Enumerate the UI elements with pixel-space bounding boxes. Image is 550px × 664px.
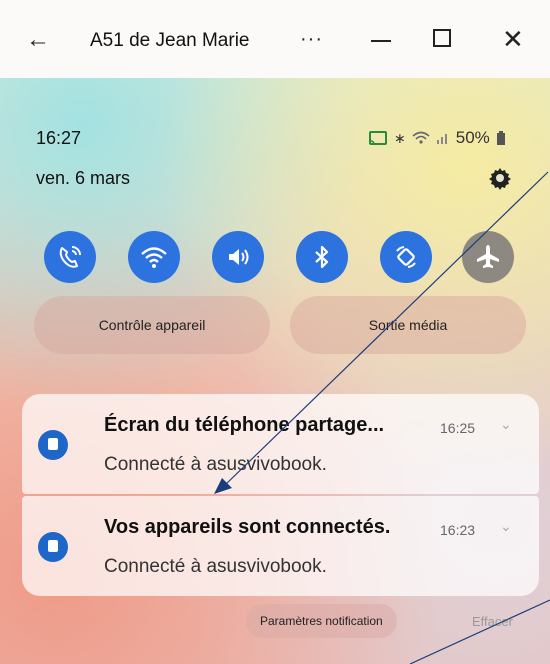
device-control-button[interactable]: Contrôle appareil [34,296,270,354]
settings-gear-icon[interactable] [488,166,512,190]
phone-link-app-icon [38,532,68,562]
wifi-calling-icon [59,246,81,268]
notification-title: Écran du téléphone partage... [104,414,385,436]
quick-toggle-auto-rotate[interactable] [380,231,432,283]
minimize-button[interactable] [368,28,394,52]
phone-link-window: ← A51 de Jean Marie ··· ✕ 16:27 ven. 6 m… [0,0,550,664]
chevron-down-icon[interactable]: ⌄ [500,416,512,433]
quick-toggle-wifi-calling[interactable] [44,231,96,283]
window-title: A51 de Jean Marie [90,30,250,51]
bluetooth-icon [315,245,329,269]
auto-rotate-icon [396,246,416,268]
quick-toggle-airplane[interactable] [462,231,514,283]
notification-text: Connecté à asusvivobook. [104,556,327,577]
bluetooth-status-icon: ∗ [394,129,406,146]
device-control-label: Contrôle appareil [98,317,206,333]
quick-toggle-bluetooth[interactable] [296,231,348,283]
battery-icon [496,131,505,145]
notification-settings-button[interactable]: Paramètres notification [246,604,397,638]
notification-time: 16:25 [440,420,476,436]
status-date: ven. 6 mars [36,168,131,188]
notification-panel: 16:27 ven. 6 mars ∗ 50% Contrôle apparei… [0,78,550,664]
airplane-mode-icon [477,245,499,268]
screen-cast-icon [369,131,387,145]
notification-settings-label: Paramètres notification [260,614,383,628]
notification-time: 16:23 [440,522,476,538]
wifi-icon [141,247,167,268]
notification-text: Connecté à asusvivobook. [104,454,327,475]
notification-card[interactable]: Vos appareils sont connectés. 16:23 ⌄ Co… [22,496,539,596]
phone-link-app-icon [38,430,68,460]
wifi-status-icon [412,131,430,144]
media-output-label: Sortie média [368,317,448,333]
quick-toggle-wifi[interactable] [128,231,180,283]
signal-icon [436,134,447,144]
notification-title: Vos appareils sont connectés. [104,516,391,538]
status-time: 16:27 [36,128,82,148]
quick-toggle-sound[interactable] [212,231,264,283]
sound-icon [229,249,249,265]
back-arrow-icon[interactable]: ← [24,26,52,54]
status-icons: ∗ 50% [368,128,506,148]
chevron-down-icon[interactable]: ⌄ [500,518,512,535]
quick-settings-row [44,231,514,291]
media-output-button[interactable]: Sortie média [290,296,526,354]
battery-percent: 50% [455,128,490,147]
maximize-button[interactable] [433,29,451,47]
title-bar: ← A51 de Jean Marie ··· ✕ [0,0,550,78]
more-options-button[interactable]: ··· [300,28,323,51]
clear-button[interactable]: Effacer [472,614,513,629]
notification-card[interactable]: Écran du téléphone partage... 16:25 ⌄ Co… [22,394,539,494]
close-button[interactable]: ✕ [502,24,524,55]
